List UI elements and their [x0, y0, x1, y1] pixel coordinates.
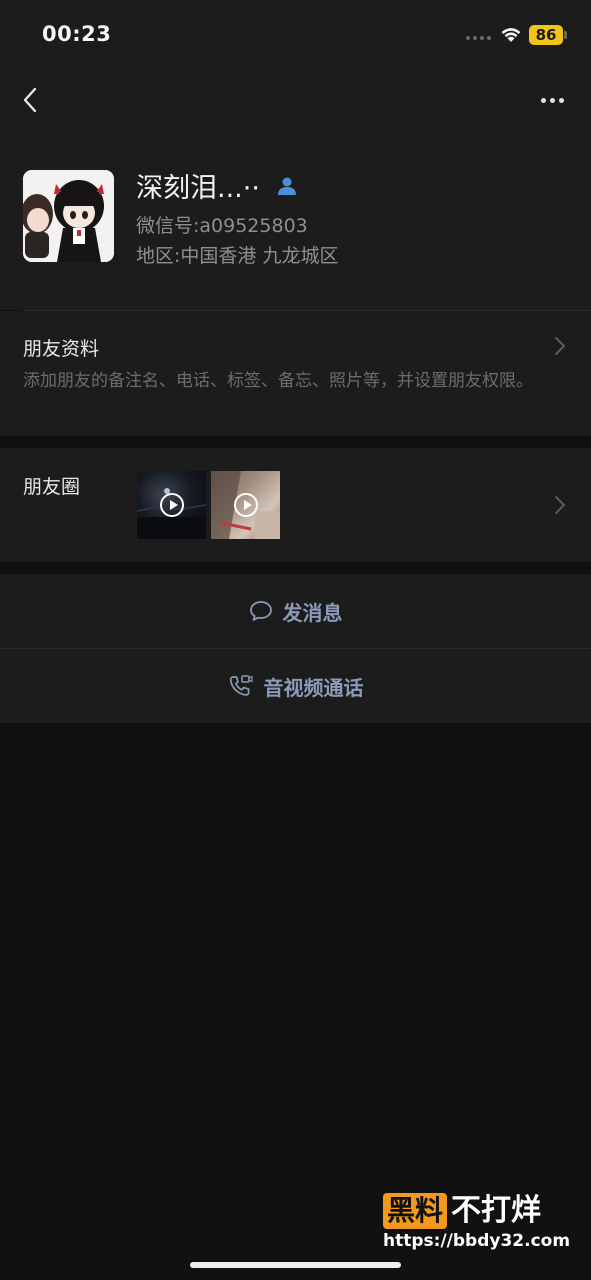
- profile-header: 深刻泪...·· 微信号:a09525803 地区:中国香港 九龙城区: [0, 130, 591, 310]
- friend-info-row[interactable]: 朋友资料 添加朋友的备注名、电话、标签、备忘、照片等，并设置朋友权限。: [0, 311, 591, 436]
- video-call-label: 音视频通话: [263, 675, 364, 700]
- nav-bar: [0, 70, 591, 130]
- watermark-text: 不打烊: [451, 1193, 542, 1228]
- chevron-right-icon: [555, 337, 565, 355]
- friend-info-description: 添加朋友的备注名、电话、标签、备忘、照片等，并设置朋友权限。: [23, 371, 533, 391]
- profile-name: 深刻泪...··: [136, 173, 260, 204]
- chat-bubble-icon: [249, 601, 272, 621]
- battery-tip: [564, 31, 567, 39]
- status-bar: 00:23 86: [0, 0, 591, 70]
- watermark: 黑料 不打烊 https://bbdy32.com: [383, 1193, 571, 1251]
- friend-info-title: 朋友资料: [23, 338, 100, 360]
- play-icon: [233, 493, 258, 517]
- wifi-icon: [501, 28, 521, 42]
- contact-person-icon: [277, 177, 296, 195]
- wechat-id: 微信号:a09525803: [136, 215, 308, 237]
- avatar[interactable]: [23, 170, 114, 262]
- battery-icon: 86: [529, 25, 563, 45]
- watermark-badge: 黑料: [383, 1193, 448, 1229]
- region: 地区:中国香港 九龙城区: [136, 245, 339, 267]
- moments-thumbnail[interactable]: [137, 471, 206, 539]
- play-icon: [159, 493, 184, 517]
- video-call-button[interactable]: 音视频通话: [0, 649, 591, 723]
- status-time: 00:23: [42, 22, 112, 46]
- chevron-left-icon[interactable]: [16, 82, 46, 118]
- send-message-label: 发消息: [282, 600, 343, 625]
- chevron-right-icon: [555, 496, 565, 514]
- moments-row[interactable]: 朋友圈: [0, 448, 591, 562]
- more-dots-icon[interactable]: [532, 86, 572, 114]
- home-indicator: [190, 1262, 401, 1268]
- cellular-signal-icon: [466, 36, 491, 40]
- send-message-button[interactable]: 发消息: [0, 574, 591, 648]
- watermark-logo: 黑料 不打烊: [383, 1193, 568, 1229]
- moments-thumbnail[interactable]: [211, 471, 280, 539]
- phone-video-call-icon: [229, 675, 253, 696]
- moments-title: 朋友圈: [23, 476, 81, 498]
- name-row: 深刻泪...··: [136, 166, 298, 205]
- avatar-image: [23, 170, 114, 262]
- watermark-url: https://bbdy32.com: [383, 1231, 571, 1251]
